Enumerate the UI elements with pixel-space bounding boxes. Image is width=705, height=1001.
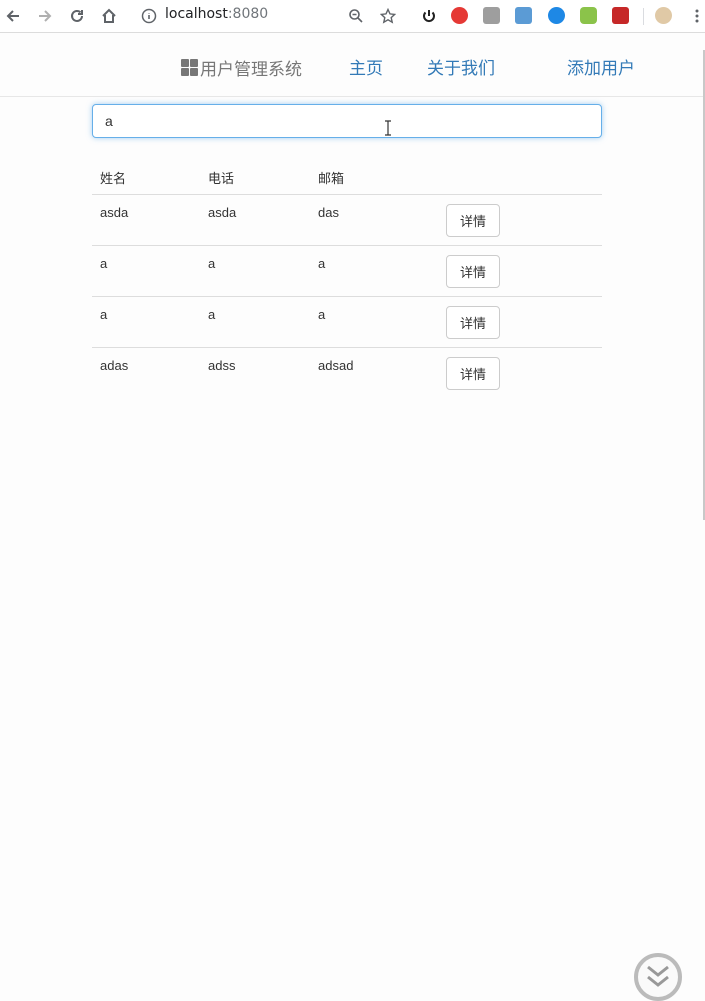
detail-button[interactable]: 详情 <box>446 306 500 339</box>
cell-name: asda <box>100 205 129 220</box>
th-large-icon <box>181 59 198 76</box>
table-row: a a a 详情 <box>92 246 602 297</box>
blue-extension-icon[interactable] <box>515 7 532 24</box>
table-header: 姓名 电话 邮箱 <box>92 160 602 195</box>
reload-icon[interactable] <box>66 5 88 27</box>
brand[interactable]: 用户管理系统 <box>181 55 302 80</box>
address-bar[interactable]: localhost:8080 <box>165 6 268 22</box>
url-port: :8080 <box>227 6 269 22</box>
text-cursor-icon <box>384 120 392 136</box>
table-row: asda asda das 详情 <box>92 195 602 246</box>
back-icon[interactable] <box>2 5 24 27</box>
cell-email: a <box>318 307 326 322</box>
navbar: 用户管理系统 主页 关于我们 添加用户 <box>0 34 705 97</box>
header-email: 邮箱 <box>318 172 345 187</box>
nav-link-about[interactable]: 关于我们 <box>427 54 495 79</box>
cell-name: a <box>100 307 108 322</box>
cell-email: a <box>318 256 326 271</box>
detail-button[interactable]: 详情 <box>446 255 500 288</box>
nodejs-extension-icon[interactable] <box>580 7 597 24</box>
grey-extension-icon[interactable] <box>483 7 500 24</box>
pdf-extension-icon[interactable] <box>612 7 629 24</box>
url-host: localhost <box>165 6 228 22</box>
forward-icon[interactable] <box>34 5 56 27</box>
zoom-icon[interactable] <box>345 5 367 27</box>
cell-email: adsad <box>318 358 354 373</box>
home-icon[interactable] <box>98 5 120 27</box>
cell-phone: asda <box>208 205 237 220</box>
table-row: a a a 详情 <box>92 297 602 348</box>
toolbar-divider <box>643 8 644 25</box>
cell-name: adas <box>100 358 129 373</box>
bookmark-star-icon[interactable] <box>377 5 399 27</box>
search-input[interactable] <box>92 104 602 138</box>
power-extension-icon[interactable] <box>418 5 440 27</box>
cell-phone: a <box>208 256 216 271</box>
brand-title: 用户管理系统 <box>200 60 302 80</box>
header-phone: 电话 <box>208 172 235 187</box>
detail-button[interactable]: 详情 <box>446 204 500 237</box>
header-name: 姓名 <box>100 172 127 187</box>
avatar[interactable] <box>655 7 672 24</box>
cell-email: das <box>318 205 339 220</box>
more-menu-icon[interactable] <box>686 5 705 27</box>
nav-link-home[interactable]: 主页 <box>349 54 383 79</box>
todo-extension-icon[interactable] <box>451 7 468 24</box>
cell-phone: a <box>208 307 216 322</box>
cell-name: a <box>100 256 108 271</box>
upload-extension-icon[interactable] <box>548 7 565 24</box>
user-table: 姓名 电话 邮箱 asda asda das 详情 a a a 详情 a a a… <box>92 160 602 399</box>
table-row: adas adss adsad 详情 <box>92 348 602 399</box>
double-chevron-down-icon <box>647 965 669 987</box>
detail-button[interactable]: 详情 <box>446 357 500 390</box>
cell-phone: adss <box>208 358 236 373</box>
browser-toolbar: localhost:8080 <box>0 0 705 33</box>
site-info-icon[interactable] <box>138 5 160 27</box>
nav-link-add-user[interactable]: 添加用户 <box>567 54 635 79</box>
